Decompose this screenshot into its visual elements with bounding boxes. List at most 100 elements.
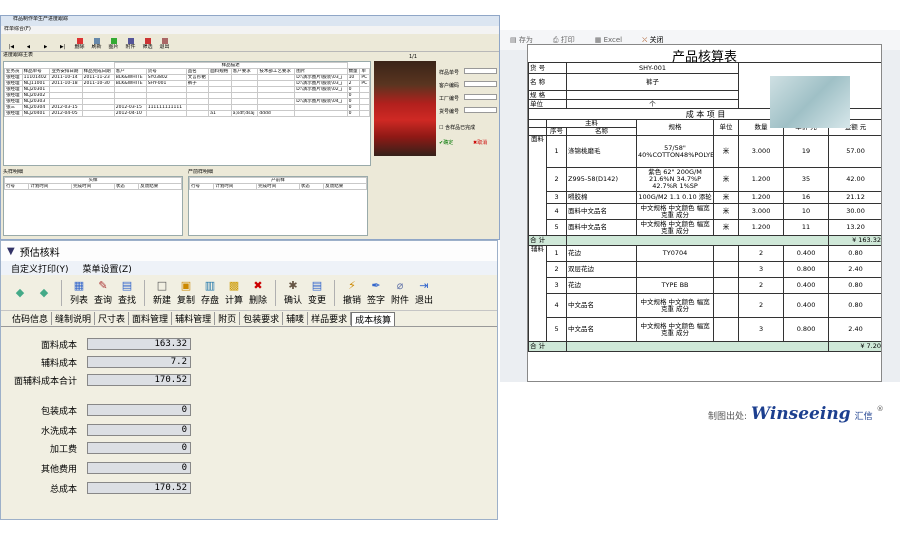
left-arrow-icon: ◆ <box>15 285 25 299</box>
table-row[interactable]: 张经理 NLJ11001 2011-10-18 2011-10-30 BLK&WHITE… <box>4 80 370 87</box>
factory-no-input[interactable] <box>464 94 497 100</box>
item-no-input[interactable] <box>464 107 497 113</box>
tab-8[interactable]: 样品要求 <box>308 312 352 325</box>
toolbar-button-attach[interactable]: ⌀ 附件 <box>389 279 411 306</box>
column-header[interactable]: 行号 <box>189 183 215 190</box>
tracking-main-grid[interactable]: 样品描述 业务员 样品单号 业务安排日期 样品完成日期 客户 货号 品名 面料规… <box>3 61 371 166</box>
column-header[interactable]: 计划时间 <box>213 183 258 190</box>
print-icon: ⎙ <box>552 36 559 44</box>
tab-6[interactable]: 包装要求 <box>240 312 284 325</box>
column-header[interactable]: 反馈结果 <box>323 183 367 190</box>
toolbar-button-new[interactable]: □ 新建 <box>151 279 173 306</box>
toolbar-button-query[interactable]: ✎ 查询 <box>92 279 114 306</box>
column-header[interactable]: 完成时间 <box>256 183 300 190</box>
table-row[interactable]: 张经理 11101402 2011-10-14 2011-11-23 BLK&WHITE… <box>4 74 370 81</box>
aux-cell: 2 <box>738 277 785 294</box>
tab-5[interactable]: 附页 <box>215 312 241 325</box>
customer-code-input[interactable] <box>464 81 497 87</box>
cost-field-value[interactable]: 7.2 <box>87 356 191 368</box>
toolbar-button-sign[interactable]: ✒ 签字 <box>365 279 387 306</box>
tab-1[interactable]: 缝制说明 <box>52 312 96 325</box>
toolbar-button-list[interactable]: ▦ 列表 <box>68 279 90 306</box>
sample-no-input[interactable] <box>464 68 497 74</box>
toolbar-delete-button[interactable]: 删除 <box>73 38 86 51</box>
column-header[interactable]: 状态 <box>113 183 140 190</box>
menu-settings[interactable]: 菜单设置(Z) <box>83 262 132 275</box>
report-row: 4 中文品名 中文规格 中文颜色 幅宽 克重 成分 2 0.400 0.80 <box>529 293 881 318</box>
column-header[interactable]: 业务员 <box>4 68 23 75</box>
nav-last-button[interactable]: ▶| <box>56 44 69 51</box>
table-row[interactable]: 张经理 NLJ20401 2012-04-05 2012-04-10 a1 a;sdf;d… <box>4 110 370 117</box>
toolbar-exit-button[interactable]: 退出 <box>158 38 171 51</box>
report-row: 3 花边 TYPE BB 2 0.400 0.80 <box>529 277 881 294</box>
tab-2[interactable]: 尺寸表 <box>95 312 130 325</box>
cost-field-value[interactable]: 0 <box>87 404 191 416</box>
tab-3[interactable]: 面料管理 <box>129 312 173 325</box>
cost-field-value[interactable]: 170.52 <box>87 374 191 386</box>
column-header[interactable]: 状态 <box>298 183 325 190</box>
toolbar-button-left-arrow[interactable]: ◆ <box>9 286 31 300</box>
table-cell: 张经理 <box>4 86 23 93</box>
cost-field-value[interactable]: 0 <box>87 442 191 454</box>
fabric-cell: 4 <box>545 203 568 220</box>
registered-mark: ® <box>876 405 884 413</box>
cost-field-value[interactable]: 0 <box>87 462 191 474</box>
main-material-header: 主料 <box>545 119 638 128</box>
column-header[interactable]: 完成时间 <box>71 183 115 190</box>
column-header[interactable]: 反馈结果 <box>138 183 182 190</box>
column-header[interactable]: 样品完成日期 <box>81 68 115 75</box>
nav-prev-button[interactable]: ◀ <box>22 44 35 51</box>
table-cell: a1 <box>208 110 232 117</box>
menu-custom-print[interactable]: 自定义打印(Y) <box>11 262 69 275</box>
cost-field-value[interactable]: 170.52 <box>87 482 191 494</box>
completed-checkbox[interactable]: ☐ 含样品已完成 <box>439 124 475 131</box>
toolbar-button-undo[interactable]: ⚡ 撤销 <box>341 279 363 306</box>
sub-left-grid[interactable]: 头样 行号 计划时间 完成时间 状态 反馈结果 <box>3 176 183 236</box>
column-header[interactable]: 业务安排日期 <box>49 68 83 75</box>
excel-button[interactable]: ▦ Excel <box>595 36 622 44</box>
tab-7[interactable]: 辅唛 <box>283 312 309 325</box>
toolbar-button-find[interactable]: ▤ 查找 <box>116 279 138 306</box>
cancel-button[interactable]: ✖取消 <box>473 139 487 146</box>
window-menu[interactable]: 样单综合(F) <box>1 26 499 34</box>
aux-cell: 花边 <box>566 245 638 262</box>
tab-9[interactable]: 成本核算 <box>351 311 396 326</box>
cost-field-value[interactable]: 0 <box>87 424 191 436</box>
toolbar-button-right-arrow[interactable]: ◆ <box>33 286 55 300</box>
toolbar-filter-button[interactable]: 筛选 <box>141 38 154 51</box>
fabric-cell: Z995-58(D142) <box>566 167 638 192</box>
sub-right-grid[interactable]: 产前样 行号 计划时间 完成时间 状态 反馈结果 <box>188 176 368 236</box>
toolbar-image-button[interactable]: 图片 <box>107 38 120 51</box>
toolbar-button-save[interactable]: ▥ 存盘 <box>199 279 221 306</box>
column-header[interactable]: 行号 <box>4 183 30 190</box>
toolbar-button-change[interactable]: ▤ 变更 <box>306 279 328 306</box>
column-header[interactable]: 面料规格 <box>208 68 232 75</box>
cost-field-value[interactable]: 163.32 <box>87 338 191 350</box>
cost-field-label: 加工费 <box>49 444 77 455</box>
column-header[interactable]: 计划时间 <box>28 183 73 190</box>
report-cell <box>528 127 547 136</box>
fabric-cell: 11 <box>783 219 830 236</box>
toolbar-button-label: 复制 <box>176 296 195 306</box>
toolbar-button-calc[interactable]: ▩ 计算 <box>223 279 245 306</box>
tab-4[interactable]: 辅料管理 <box>172 312 216 325</box>
nav-first-button[interactable]: |◀ <box>5 44 18 51</box>
toolbar-refresh-button[interactable]: 刷新 <box>90 38 103 51</box>
fabric-cell: 42.00 <box>828 167 881 192</box>
toolbar-button-delete[interactable]: ✖ 删除 <box>247 279 269 306</box>
toolbar-attach-button[interactable]: 附件 <box>124 38 137 51</box>
aux-cell: 中文规格 中文颜色 幅宽 克重 成分 <box>636 317 715 342</box>
cost-field-row: 其他费用 0 <box>1 461 199 475</box>
tab-0[interactable]: 估码信息 <box>9 312 53 325</box>
report-row: 合 计 ¥ 7.20 <box>528 341 881 352</box>
toolbar-button-confirm[interactable]: ✱ 确认 <box>282 279 304 306</box>
toolbar-button-exit[interactable]: ⇥ 退出 <box>413 279 435 306</box>
nav-next-button[interactable]: ▶ <box>39 44 52 51</box>
aux-cell: 3 <box>738 317 785 342</box>
ok-button[interactable]: ✔确定 <box>439 139 453 146</box>
table-cell <box>145 110 187 117</box>
toolbar-button-copy[interactable]: ▣ 复制 <box>175 279 197 306</box>
product-name: 裤子 <box>566 73 740 91</box>
column-header[interactable]: 技术部工艺要求 <box>257 68 296 75</box>
column-header[interactable]: 数量 <box>346 68 361 75</box>
